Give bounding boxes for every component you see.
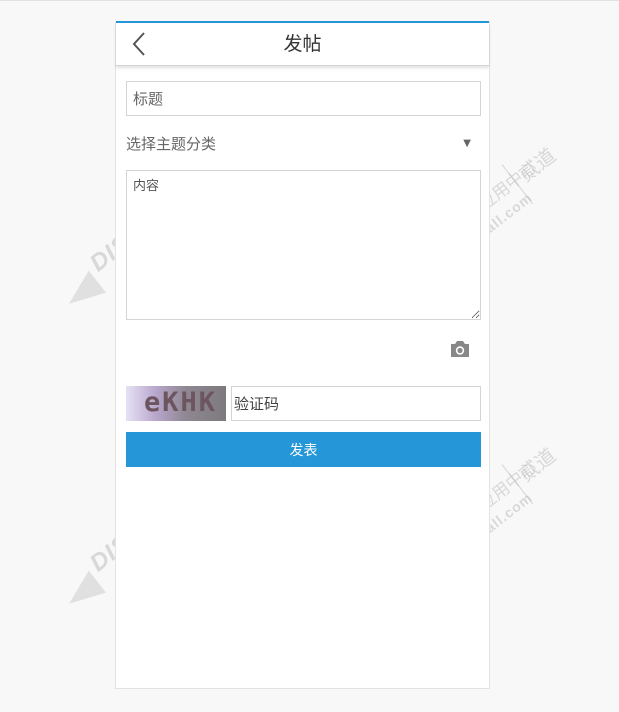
submit-button[interactable]: 发表 <box>126 432 481 467</box>
top-divider <box>0 0 619 1</box>
watermark-arrow-icon <box>60 270 107 315</box>
category-select[interactable]: 选择主题分类 ▼ <box>126 128 481 158</box>
caret-down-icon: ▼ <box>463 137 471 149</box>
content-textarea[interactable] <box>126 170 481 320</box>
header: 发帖 <box>116 23 489 66</box>
watermark-divider <box>501 464 534 505</box>
captcha-image[interactable]: eKHK <box>126 386 226 421</box>
watermark-arrow-icon <box>60 570 107 615</box>
upload-image-button[interactable] <box>449 339 473 361</box>
post-form-panel: 发帖 选择主题分类 ▼ eKHK 发表 <box>115 21 490 689</box>
watermark-divider <box>501 164 534 205</box>
title-input[interactable] <box>126 81 481 116</box>
back-button[interactable] <box>124 29 154 59</box>
page-title: 发帖 <box>283 33 322 55</box>
chevron-left-icon <box>132 32 145 56</box>
camera-icon <box>451 341 469 357</box>
watermark-side: 贰道 <box>515 144 561 187</box>
watermark-side: 贰道 <box>515 444 561 487</box>
captcha-text: eKHK <box>144 387 218 418</box>
captcha-input[interactable] <box>231 386 481 421</box>
category-label: 选择主题分类 <box>126 134 217 153</box>
